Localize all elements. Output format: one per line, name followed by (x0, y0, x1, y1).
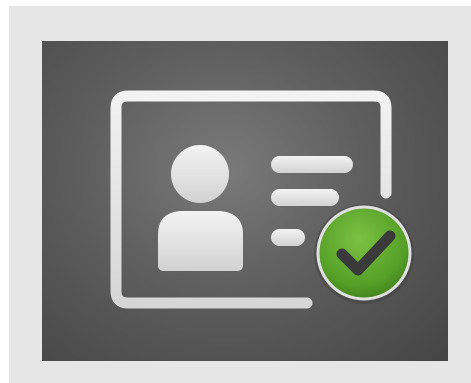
user-silhouette-icon (158, 145, 243, 271)
id-verification-tile (42, 41, 448, 361)
image-frame (9, 6, 471, 383)
id-card-verified-icon (110, 90, 414, 309)
checkmark-badge-icon (314, 204, 414, 304)
